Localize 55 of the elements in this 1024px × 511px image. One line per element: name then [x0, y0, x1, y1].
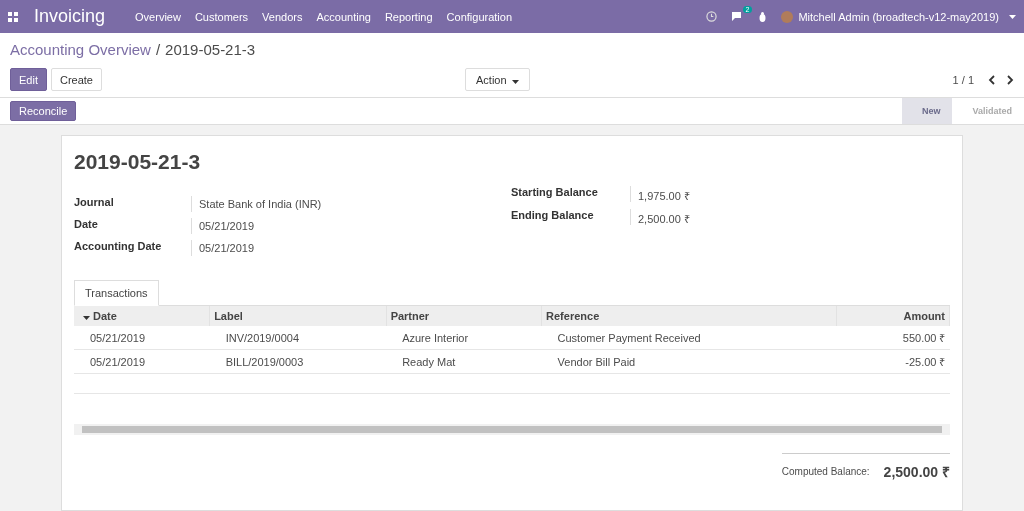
table-cell: BILL/2019/0003: [209, 349, 387, 374]
field-value: State Bank of India (INR): [198, 197, 323, 212]
caret-icon: [511, 79, 519, 84]
menu-item[interactable]: Overview: [135, 10, 181, 23]
menu-item[interactable]: Configuration: [446, 10, 513, 23]
field-value: 2,500.00 ₹: [637, 212, 691, 226]
horizontal-scrollbar[interactable]: [74, 424, 950, 435]
field-label: Ending Balance: [511, 209, 631, 225]
caret-icon: [83, 316, 90, 320]
column-header[interactable]: Date: [74, 306, 210, 326]
field-label: Date: [74, 218, 192, 234]
column-header[interactable]: Amount: [836, 306, 950, 326]
table-cell: Customer Payment Received: [541, 326, 837, 350]
computed-balance-label: Computed Balance:: [781, 466, 870, 477]
breadcrumb-current: 2019-05-21-3: [165, 41, 256, 58]
table-cell: Ready Mat: [386, 349, 542, 374]
edit-button[interactable]: Edit: [10, 68, 47, 91]
field-label: Accounting Date: [74, 240, 192, 256]
record-title: 2019-05-21-3: [74, 150, 202, 174]
table-cell: 550.00 ₹: [836, 326, 950, 350]
computed-balance-value: 2,500.00 ₹: [883, 463, 950, 481]
apps-icon[interactable]: [8, 11, 18, 22]
breadcrumb-link[interactable]: Accounting Overview: [10, 41, 151, 58]
menu-item[interactable]: Reporting: [384, 10, 433, 23]
field-value: 05/21/2019: [198, 241, 256, 256]
table-cell: Vendor Bill Paid: [541, 349, 837, 374]
tab[interactable]: Transactions: [74, 280, 159, 306]
field-label: Journal: [74, 196, 192, 212]
reconcile-button[interactable]: Reconcile: [10, 101, 77, 121]
table-cell: 05/21/2019: [74, 326, 210, 350]
action-button[interactable]: Action: [465, 68, 530, 91]
menu-item[interactable]: Customers: [194, 10, 249, 23]
menu-item[interactable]: Accounting: [316, 10, 371, 23]
bug-icon[interactable]: [758, 11, 768, 22]
pager: 1 / 1: [952, 73, 974, 86]
previous-icon[interactable]: [988, 74, 995, 85]
field-label: Starting Balance: [511, 186, 631, 202]
menu-item[interactable]: Vendors: [262, 10, 303, 23]
breadcrumb-separator: /: [155, 41, 161, 58]
column-header[interactable]: Label: [209, 306, 387, 326]
table-cell: 05/21/2019: [74, 349, 210, 374]
table-cell: -25.00 ₹: [836, 349, 950, 374]
column-header[interactable]: Partner: [386, 306, 542, 326]
field-value: 1,975.00 ₹: [637, 189, 691, 203]
field-value: 05/21/2019: [198, 219, 256, 234]
clock-icon[interactable]: [706, 11, 718, 22]
app-name: Invoicing: [34, 6, 106, 27]
column-header[interactable]: Reference: [541, 306, 837, 326]
status-stage[interactable]: New: [901, 98, 953, 124]
caret-icon: [1009, 14, 1016, 19]
table-cell: Azure Interior: [386, 326, 542, 350]
create-button[interactable]: Create: [50, 68, 102, 91]
next-icon[interactable]: [1007, 74, 1014, 85]
user-menu[interactable]: Mitchell Admin (broadtech-v12-may2019): [781, 10, 1016, 23]
table-cell: INV/2019/0004: [209, 326, 387, 350]
